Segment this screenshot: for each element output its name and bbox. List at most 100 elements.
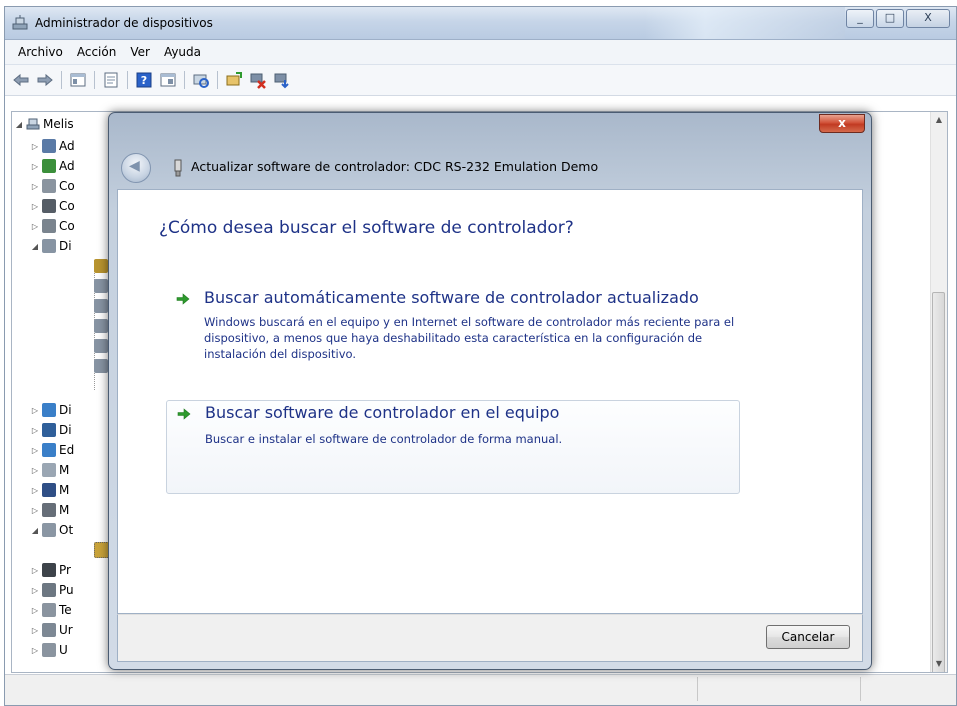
tree-item[interactable]: ▷ Di [30,420,72,440]
minimize-button[interactable]: _ [846,9,874,28]
tree-item-label: M [59,503,70,517]
dialog-footer: Cancelar [117,614,863,662]
expand-icon[interactable]: ▷ [30,586,40,595]
menu-ver[interactable]: Ver [123,45,157,59]
tree-item[interactable]: ▷ M [30,480,69,500]
expand-icon[interactable]: ▷ [30,486,40,495]
menu-ayuda[interactable]: Ayuda [157,45,208,59]
expand-icon[interactable]: ▷ [30,162,40,171]
computer-icon [26,118,40,130]
tree-item[interactable]: ▷ Ur [30,620,73,640]
back-icon[interactable] [11,70,31,90]
maximize-button[interactable]: □ [876,9,904,28]
tree-root[interactable]: ◢ Melis [14,114,74,134]
expand-icon[interactable]: ▷ [30,406,40,415]
tree-item[interactable]: ▷ Co [30,176,75,196]
tree-item-label: Co [59,199,75,213]
tree-item-label: Di [59,403,72,417]
uninstall-device-icon[interactable] [272,70,292,90]
audio-device-icon [42,139,56,153]
display-icon [42,403,56,417]
collapse-icon[interactable]: ◢ [30,242,40,251]
tree-item-label: Co [59,179,75,193]
svg-text:?: ? [141,74,147,87]
tree-item[interactable]: ▷ Ad [30,136,75,156]
tree-item[interactable]: ▷ U [30,640,68,660]
tree-item[interactable]: ▷ Pr [30,560,71,580]
window-title: Administrador de dispositivos [35,16,213,30]
properties-icon[interactable] [101,70,121,90]
tree-item[interactable]: ▷ Co [30,196,75,216]
tree-item-label: Di [59,423,72,437]
port-icon [94,359,108,373]
toolbar-separator [217,71,218,89]
tree-item[interactable]: ▷ Ed [30,440,74,460]
collapse-icon[interactable]: ◢ [14,120,24,129]
disable-device-icon[interactable] [248,70,268,90]
expand-icon[interactable]: ▷ [30,646,40,655]
speaker-icon [42,219,56,233]
menu-accion[interactable]: Acción [70,45,123,59]
scroll-up-icon[interactable]: ▲ [931,112,947,128]
port-icon [42,239,56,253]
expand-icon[interactable]: ▷ [30,426,40,435]
tree-item-label: Ur [59,623,73,637]
search-automatically-option[interactable]: Buscar automáticamente software de contr… [166,286,740,382]
menu-archivo[interactable]: Archivo [11,45,70,59]
port-icon [42,583,56,597]
expand-icon[interactable]: ▷ [30,626,40,635]
tree-item[interactable]: ▷ Te [30,600,72,620]
view-icon[interactable] [158,70,178,90]
tree-item[interactable]: ▷ Pu [30,580,74,600]
tree-item-label: Di [59,239,72,253]
port-icon [94,319,108,333]
expand-icon[interactable]: ▷ [30,606,40,615]
port-icon [94,279,108,293]
browse-computer-option[interactable]: Buscar software de controlador en el equ… [166,400,740,494]
expand-icon[interactable]: ▷ [30,182,40,191]
expand-icon[interactable]: ▷ [30,142,40,151]
expand-icon[interactable]: ▷ [30,446,40,455]
option-title: Buscar automáticamente software de contr… [204,288,699,307]
expand-icon[interactable]: ▷ [30,566,40,575]
port-icon [94,299,108,313]
tree-item[interactable]: ▷ M [30,460,69,480]
title-bar[interactable]: Administrador de dispositivos _ □ X [5,7,956,40]
back-button[interactable]: ◀ [121,153,151,183]
collapse-icon[interactable]: ◢ [30,526,40,535]
scroll-thumb[interactable] [932,292,945,672]
status-bar [5,674,956,705]
cancel-button[interactable]: Cancelar [766,625,850,649]
usb-icon [42,643,56,657]
minimize-icon: _ [857,11,863,24]
tree-item-label: U [59,643,68,657]
expand-icon[interactable]: ▷ [30,466,40,475]
tree-item[interactable]: ▷ M [30,500,69,520]
dialog-close-button[interactable]: x [819,114,865,133]
plug-icon [42,199,56,213]
forward-icon[interactable] [35,70,55,90]
update-driver-dialog: x ◀ Actualizar software de controlador: … [108,112,872,670]
tree-item-label: Co [59,219,75,233]
help-icon[interactable]: ? [134,70,154,90]
warning-device-icon [94,259,108,273]
close-icon: x [838,116,846,130]
expand-icon[interactable]: ▷ [30,202,40,211]
tree-item[interactable]: ▷ Co [30,216,75,236]
option-description: Windows buscará en el equipo y en Intern… [204,315,735,361]
tree-item[interactable]: ◢ Di [30,236,72,256]
tree-item[interactable]: ▷ Ad [30,156,75,176]
tree-item[interactable]: ◢ Ot [30,520,73,540]
update-driver-icon[interactable] [224,70,244,90]
tree-item-label: Te [59,603,72,617]
tree-item-label: M [59,483,70,497]
vertical-scrollbar[interactable]: ▲ ▼ [930,112,947,672]
expand-icon[interactable]: ▷ [30,506,40,515]
console-tree-icon[interactable] [68,70,88,90]
close-button[interactable]: X [906,9,950,28]
scroll-down-icon[interactable]: ▼ [931,656,947,672]
device-manager-icon [12,15,28,30]
expand-icon[interactable]: ▷ [30,222,40,231]
tree-item[interactable]: ▷ Di [30,400,72,420]
scan-hardware-icon[interactable] [191,70,211,90]
